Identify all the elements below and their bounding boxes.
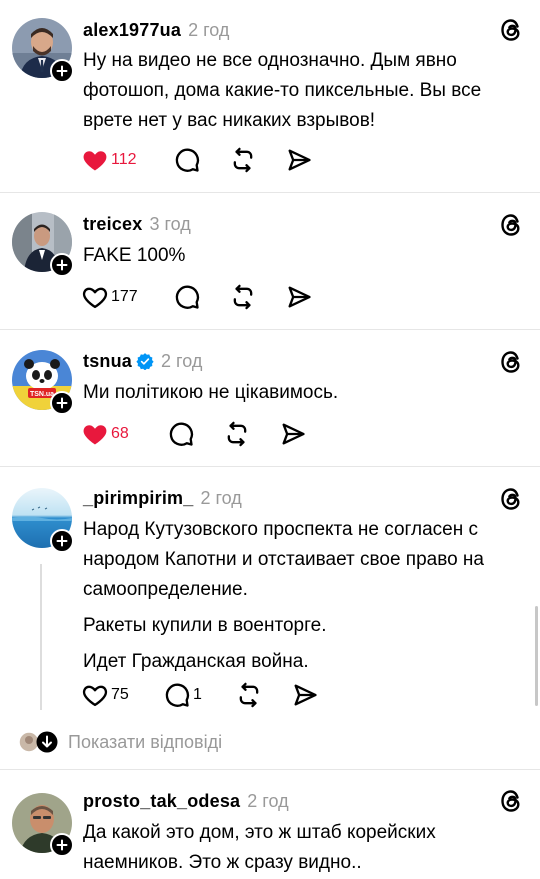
thread-line: [40, 564, 42, 710]
repost-button[interactable]: [229, 281, 285, 313]
share-button[interactable]: [285, 144, 325, 176]
repost-button[interactable]: [223, 418, 279, 450]
post-paragraph: Ми політикою не цікавимось.: [83, 382, 339, 403]
repost-icon: [233, 147, 253, 173]
show-replies-label: Показати відповіді: [68, 731, 223, 752]
follow-button[interactable]: [50, 59, 74, 83]
threads-logo-icon[interactable]: [499, 350, 523, 374]
like-button[interactable]: 112: [81, 144, 173, 176]
post-paragraph: FAKE 100%: [83, 245, 186, 266]
share-button[interactable]: [279, 418, 319, 450]
post-actions: 112: [81, 144, 325, 176]
timestamp: 3 год: [149, 213, 191, 234]
heart-icon: [82, 287, 108, 309]
repost-icon: [227, 421, 247, 447]
timestamp: 2 год: [188, 19, 230, 40]
follow-button[interactable]: [50, 833, 74, 857]
share-icon: [294, 684, 317, 706]
post-header: _pirimpirim_ 2 год: [83, 484, 242, 512]
threads-logo-icon[interactable]: [499, 487, 523, 511]
comment-button[interactable]: [173, 281, 229, 313]
username[interactable]: treicex: [83, 214, 142, 235]
like-count: 112: [111, 151, 137, 168]
like-button[interactable]: 68: [81, 418, 167, 450]
follow-button[interactable]: [50, 253, 74, 277]
post-text: FAKE 100%: [83, 241, 523, 271]
share-button[interactable]: [285, 281, 325, 313]
show-replies-button[interactable]: Показати відповіді: [18, 726, 222, 758]
timestamp: 2 год: [247, 790, 289, 811]
post: prosto_tak_odesa 2 год Да какой это дом,…: [0, 770, 540, 879]
post: alex1977ua 2 год Ну на видео не все одно…: [0, 0, 540, 192]
heart-icon: [83, 425, 107, 445]
plus-icon: [56, 535, 68, 547]
plus-icon: [56, 397, 68, 409]
timestamp: 2 год: [161, 350, 203, 371]
username[interactable]: tsnua: [83, 351, 132, 372]
comment-button[interactable]: [173, 144, 229, 176]
post-paragraph: Да какой это дом, это ж штаб корейских н…: [83, 822, 436, 873]
comment-button[interactable]: [167, 418, 223, 450]
comment-icon: [175, 148, 200, 172]
like-count: 68: [111, 425, 129, 442]
post-text: Ну на видео не все однозначно. Дым явно …: [83, 46, 523, 136]
plus-icon: [56, 839, 68, 851]
threads-logo-icon[interactable]: [499, 789, 523, 813]
post: _pirimpirim_ 2 год Народ Кутузовского пр…: [0, 467, 540, 769]
post-actions: 75 1: [81, 679, 331, 711]
comment-button[interactable]: 1: [163, 679, 235, 711]
scrollbar[interactable]: [535, 606, 538, 706]
post-header: prosto_tak_odesa 2 год: [83, 787, 289, 815]
like-button[interactable]: 177: [81, 281, 173, 313]
post-actions: 177: [81, 281, 325, 313]
like-count: 75: [111, 686, 129, 703]
comment-icon: [169, 422, 194, 446]
like-button[interactable]: 75: [81, 679, 163, 711]
follow-button[interactable]: [50, 529, 74, 553]
repost-icon: [239, 682, 259, 708]
repost-button[interactable]: [229, 144, 285, 176]
post-header: tsnua 2 год: [83, 347, 202, 375]
post-text: Да какой это дом, это ж штаб корейских н…: [83, 818, 523, 878]
post-text: Ми політикою не цікавимось.: [83, 378, 523, 408]
share-button[interactable]: [291, 679, 331, 711]
post-paragraph: Ну на видео не все однозначно. Дым явно …: [83, 50, 482, 131]
username[interactable]: _pirimpirim_: [83, 488, 193, 509]
reply-count: 1: [193, 686, 202, 703]
threads-logo-icon[interactable]: [499, 213, 523, 237]
arrow-down-icon: [36, 731, 58, 753]
repost-icon: [233, 284, 253, 310]
post-actions: 68: [81, 418, 319, 450]
share-icon: [282, 423, 305, 445]
timestamp: 2 год: [200, 487, 242, 508]
username[interactable]: prosto_tak_odesa: [83, 791, 240, 812]
like-count: 177: [111, 288, 138, 305]
post-header: alex1977ua 2 год: [83, 16, 229, 44]
username[interactable]: alex1977ua: [83, 20, 181, 41]
threads-logo-icon[interactable]: [499, 18, 523, 42]
plus-icon: [56, 259, 68, 271]
post-paragraph: Ракеты купили в военторге.: [83, 615, 327, 636]
share-icon: [288, 149, 311, 171]
comment-icon: [175, 285, 200, 309]
post-paragraph: Идет Гражданская война.: [83, 651, 309, 672]
verified-badge-icon: [136, 352, 154, 370]
post-header: treicex 3 год: [83, 210, 191, 238]
repost-button[interactable]: [235, 679, 291, 711]
post-text: Народ Кутузовского проспекта не согласен…: [83, 515, 523, 677]
share-icon: [288, 286, 311, 308]
post: TSN.ua tsnua 2 год Ми політикою не цікав…: [0, 330, 540, 466]
heart-icon: [82, 685, 108, 707]
post-paragraph: Народ Кутузовского проспекта не согласен…: [83, 519, 484, 600]
comment-icon: [165, 683, 190, 707]
post: treicex 3 год FAKE 100% 177: [0, 193, 540, 329]
follow-button[interactable]: [50, 391, 74, 415]
heart-icon: [83, 151, 107, 171]
plus-icon: [56, 65, 68, 77]
